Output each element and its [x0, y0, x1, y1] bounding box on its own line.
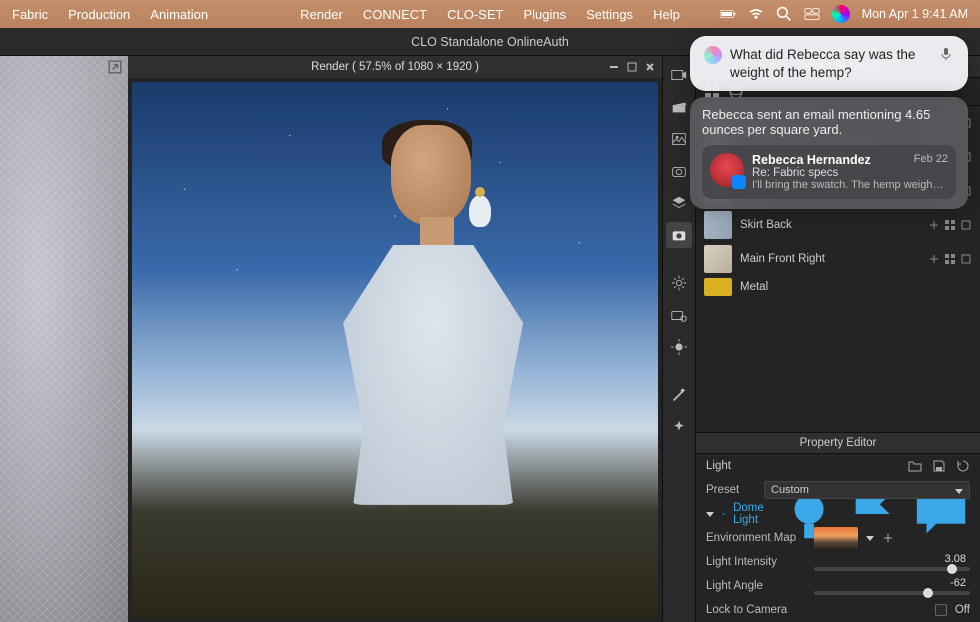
siri-question-bubble[interactable]: What did Rebecca say was the weight of t… — [690, 36, 968, 91]
preset-label: Preset — [706, 484, 756, 496]
left-viewport[interactable] — [0, 56, 128, 622]
siri-email-result[interactable]: Rebecca Hernandez Feb 22 Re: Fabric spec… — [702, 145, 956, 199]
render-title: Render ( 57.5% of 1080 × 1920 ) — [311, 61, 479, 73]
object-row[interactable]: Skirt Back — [696, 208, 980, 242]
menu-help[interactable]: Help — [653, 7, 680, 22]
tool-clapper[interactable] — [666, 94, 692, 120]
siri-answer-text: Rebecca sent an email mentioning 4.65 ou… — [702, 107, 930, 137]
add-icon[interactable] — [928, 219, 940, 231]
menu-settings[interactable]: Settings — [586, 7, 633, 22]
object-row[interactable]: Metal — [696, 276, 980, 298]
tool-camera-film[interactable] — [666, 62, 692, 88]
menu-connect[interactable]: CONNECT — [363, 7, 427, 22]
tool-layers[interactable] — [666, 190, 692, 216]
siri-answer-bubble: Rebecca sent an email mentioning 4.65 ou… — [690, 97, 968, 209]
preset-row: Preset Custom — [696, 478, 980, 502]
grid-icon[interactable] — [944, 253, 956, 265]
control-center-icon[interactable] — [804, 6, 820, 22]
env-map-thumb[interactable] — [814, 527, 858, 549]
lock-camera-value: Off — [955, 604, 970, 616]
search-icon[interactable] — [776, 6, 792, 22]
object-row[interactable]: Main Front Right — [696, 242, 980, 276]
tool-image[interactable] — [666, 126, 692, 152]
siri-question-text: What did Rebecca say was the weight of t… — [730, 46, 930, 81]
dome-light-icon — [722, 507, 725, 521]
rendered-avatar — [290, 125, 579, 618]
angle-value: -62 — [950, 577, 970, 589]
env-map-row: Environment Map — [696, 526, 980, 550]
preset-select[interactable]: Custom — [764, 481, 970, 499]
dome-light-row[interactable]: Dome Light — [696, 502, 980, 526]
menu-production[interactable]: Production — [68, 7, 130, 22]
object-name: Skirt Back — [740, 219, 920, 231]
angle-slider[interactable] — [814, 591, 970, 595]
siri-overlay: What did Rebecca say was the weight of t… — [690, 36, 968, 209]
expand-icon[interactable] — [960, 253, 972, 265]
render-titlebar: Render ( 57.5% of 1080 × 1920 ) — [128, 56, 662, 78]
undock-tab-icon[interactable] — [626, 61, 638, 73]
tool-camera-settings[interactable] — [666, 302, 692, 328]
tool-screenshot[interactable] — [666, 158, 692, 184]
render-panel: Render ( 57.5% of 1080 × 1920 ) — [128, 56, 662, 622]
lock-camera-checkbox[interactable] — [935, 604, 947, 616]
menu-closet[interactable]: CLO-SET — [447, 7, 503, 22]
object-thumb — [704, 211, 732, 239]
menubar-clock[interactable]: Mon Apr 1 9:41 AM — [862, 7, 968, 21]
lock-camera-label: Lock to Camera — [706, 604, 806, 616]
light-section-label: Light — [706, 460, 776, 472]
menu-fabric[interactable]: Fabric — [12, 7, 48, 22]
tool-settings-gear[interactable] — [666, 270, 692, 296]
mic-icon[interactable] — [938, 46, 954, 62]
object-name: Main Front Right — [740, 253, 920, 265]
angle-label: Light Angle — [706, 580, 806, 592]
email-sender: Rebecca Hernandez — [752, 153, 871, 167]
window-title: CLO Standalone OnlineAuth — [411, 35, 569, 49]
dome-light-label: Dome Light — [733, 502, 764, 526]
env-map-label: Environment Map — [706, 532, 806, 544]
tool-sparkle[interactable] — [666, 414, 692, 440]
minimize-tab-icon[interactable] — [608, 61, 620, 73]
lock-camera-row: Lock to Camera Off — [696, 598, 980, 622]
object-thumb — [704, 245, 732, 273]
tool-render-camera[interactable] — [666, 222, 692, 248]
property-editor-title: Property Editor — [800, 437, 877, 449]
email-preview: I'll bring the swatch. The hemp weighs… — [752, 179, 948, 191]
undock-icon[interactable] — [108, 60, 122, 74]
menu-render[interactable]: Render — [300, 7, 343, 22]
expand-icon[interactable] — [960, 219, 972, 231]
env-map-dropdown[interactable] — [866, 536, 874, 541]
email-subject: Re: Fabric specs — [752, 167, 948, 179]
render-viewport[interactable] — [132, 82, 658, 618]
sender-avatar — [710, 153, 744, 187]
close-tab-icon[interactable] — [644, 61, 656, 73]
add-env-icon[interactable] — [882, 532, 894, 544]
grid-icon[interactable] — [944, 219, 956, 231]
tool-sun[interactable] — [666, 334, 692, 360]
folder-open-icon[interactable] — [908, 459, 922, 473]
property-editor-header: Property Editor — [696, 432, 980, 454]
intensity-label: Light Intensity — [706, 556, 806, 568]
angle-row: Light Angle -62 — [696, 574, 980, 598]
menu-plugins[interactable]: Plugins — [523, 7, 566, 22]
reset-icon[interactable] — [956, 459, 970, 473]
intensity-value: 3.08 — [945, 553, 970, 565]
intensity-row: Light Intensity 3.08 — [696, 550, 980, 574]
save-icon[interactable] — [932, 459, 946, 473]
battery-icon[interactable] — [720, 6, 736, 22]
siri-icon[interactable] — [832, 5, 850, 23]
macos-menubar: Fabric Production Animation Render CONNE… — [0, 0, 980, 28]
add-icon[interactable] — [928, 253, 940, 265]
menu-animation[interactable]: Animation — [150, 7, 208, 22]
object-name: Metal — [740, 281, 972, 293]
wifi-icon[interactable] — [748, 6, 764, 22]
object-thumb — [704, 278, 732, 296]
tool-wand[interactable] — [666, 382, 692, 408]
property-toolbar: Light — [696, 454, 980, 478]
intensity-slider[interactable] — [814, 567, 970, 571]
siri-orb-icon — [704, 46, 722, 64]
email-date: Feb 22 — [914, 153, 948, 167]
